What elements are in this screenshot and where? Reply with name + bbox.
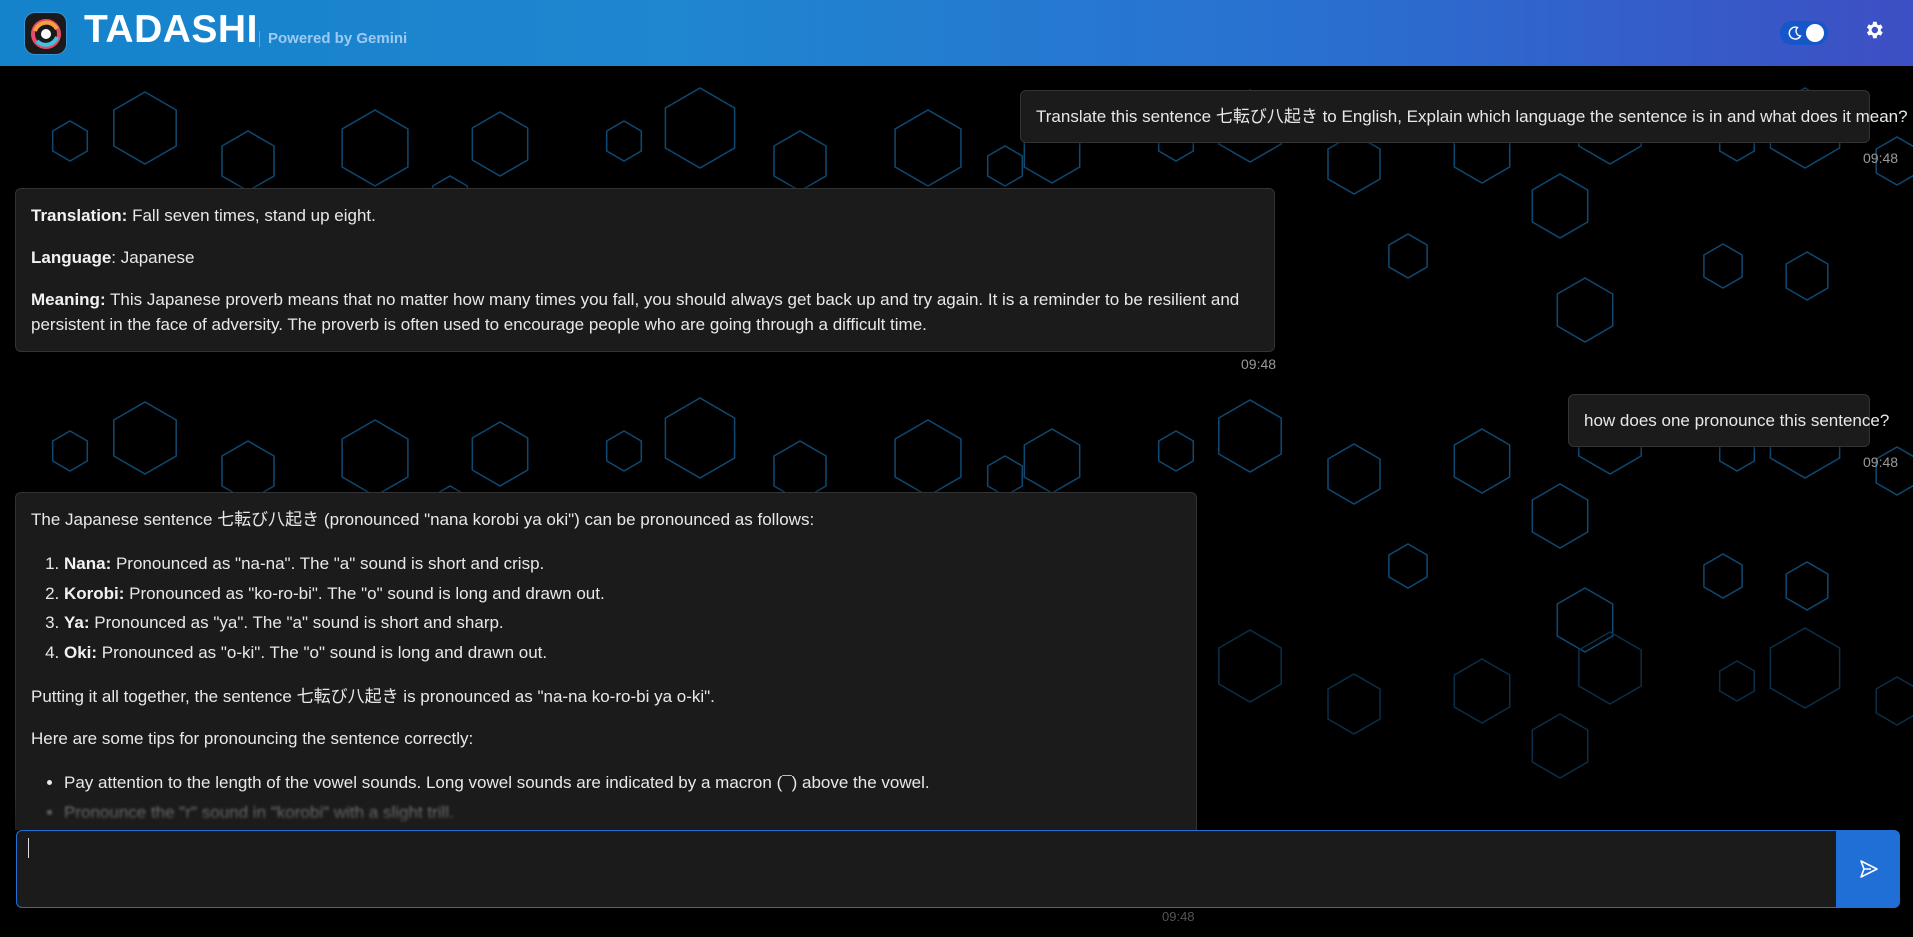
app-title: TADASHI xyxy=(84,8,258,51)
list-item: Ya: Pronounced as "ya". The "a" sound is… xyxy=(64,608,1181,638)
list-item: Pronounce the "r" sound in "korobi" with… xyxy=(64,798,1181,828)
moon-icon xyxy=(1788,26,1802,40)
hexagon-shape xyxy=(1023,428,1081,494)
hexagon-shape xyxy=(1578,631,1642,705)
tips-intro: Here are some tips for pronouncing the s… xyxy=(31,729,474,748)
hexagon-shape xyxy=(1218,629,1282,703)
hexagon-shape xyxy=(894,109,962,187)
list-item: Korobi: Pronounced as "ko-ro-bi". The "o… xyxy=(64,579,1181,609)
message-time: 09:48 xyxy=(1162,909,1195,924)
app-header: TADASHI Powered by Gemini xyxy=(0,0,1913,66)
list-item: Pay attention to the length of the vowel… xyxy=(64,768,1181,798)
assistant-message: Translation: Fall seven times, stand up … xyxy=(15,188,1275,352)
hexagon-shape xyxy=(1453,428,1511,494)
powered-by-label: Powered by Gemini xyxy=(259,31,407,47)
hexagon-shape xyxy=(1718,660,1756,702)
hexagon-shape xyxy=(986,455,1024,497)
hexagon-shape xyxy=(113,401,177,475)
message-time: 09:48 xyxy=(1863,454,1899,470)
hexagon-shape xyxy=(471,111,529,177)
hexagon-shape xyxy=(664,87,736,169)
hexagon-shape xyxy=(1327,133,1381,195)
gear-icon[interactable] xyxy=(1863,19,1885,41)
hexagon-shape xyxy=(1453,658,1511,724)
hexagon-shape xyxy=(1327,673,1381,735)
hexagon-shape xyxy=(1785,251,1829,301)
hexagon-shape xyxy=(1703,243,1743,289)
hexagon-shape xyxy=(773,130,827,192)
hexagon-shape xyxy=(605,430,643,472)
list-item: Oki: Pronounced as "o-ki". The "o" sound… xyxy=(64,638,1181,668)
hexagon-shape xyxy=(1218,399,1282,473)
send-button[interactable] xyxy=(1837,830,1900,908)
hexagon-shape xyxy=(664,397,736,479)
hexagon-shape xyxy=(894,419,962,497)
language-line: Language: Japanese xyxy=(31,248,195,267)
assistant-message: The Japanese sentence 七転び八起き (pronounced… xyxy=(15,492,1197,830)
user-message: how does one pronounce this sentence? xyxy=(1568,394,1889,447)
translation-line: Translation: Fall seven times, stand up … xyxy=(31,206,376,225)
hexagon-shape xyxy=(1556,277,1614,343)
hexagon-shape xyxy=(1531,483,1589,549)
text-caret xyxy=(28,838,29,858)
hexagon-shape xyxy=(1327,443,1381,505)
hexagon-shape xyxy=(471,421,529,487)
hexagon-shape xyxy=(341,109,409,187)
hexagon-shape xyxy=(51,120,89,162)
toggle-knob xyxy=(1806,24,1824,42)
pronunciation-steps: Nana: Pronounced as "na-na". The "a" sou… xyxy=(31,549,1181,667)
message-input[interactable] xyxy=(16,830,1837,908)
hexagon-shape xyxy=(1875,676,1913,726)
hexagon-shape xyxy=(1531,173,1589,239)
hexagon-shape xyxy=(1388,233,1428,279)
meaning-line: Meaning: This Japanese proverb means tha… xyxy=(31,290,1240,334)
hexagon-shape xyxy=(1157,430,1195,472)
hexagon-shape xyxy=(1556,587,1614,653)
hexagon-shape xyxy=(1769,627,1841,709)
hexagon-shape xyxy=(605,120,643,162)
hexagon-shape xyxy=(113,91,177,165)
pronunciation-summary: Putting it all together, the sentence 七転… xyxy=(31,687,715,706)
user-message: Translate this sentence 七転び八起き to Englis… xyxy=(1020,90,1908,143)
hexagon-shape xyxy=(221,130,275,192)
hexagon-shape xyxy=(51,430,89,472)
theme-toggle[interactable] xyxy=(1780,21,1828,45)
list-item: Nana: Pronounced as "na-na". The "a" sou… xyxy=(64,549,1181,579)
message-text: Translate this sentence 七転び八起き to Englis… xyxy=(1036,107,1908,126)
tips-list: Pay attention to the length of the vowel… xyxy=(31,768,1181,827)
hexagon-shape xyxy=(341,419,409,497)
hexagon-shape xyxy=(1531,713,1589,779)
message-time: 09:48 xyxy=(1863,150,1899,166)
hexagon-shape xyxy=(1785,561,1829,611)
send-icon xyxy=(1859,860,1878,878)
message-time: 09:48 xyxy=(1241,356,1277,372)
pronunciation-intro: The Japanese sentence 七転び八起き (pronounced… xyxy=(31,510,815,529)
message-text: how does one pronounce this sentence? xyxy=(1584,411,1890,430)
app-logo xyxy=(25,13,66,54)
hexagon-shape xyxy=(1388,543,1428,589)
hexagon-shape xyxy=(986,145,1024,187)
hexagon-shape xyxy=(1703,553,1743,599)
